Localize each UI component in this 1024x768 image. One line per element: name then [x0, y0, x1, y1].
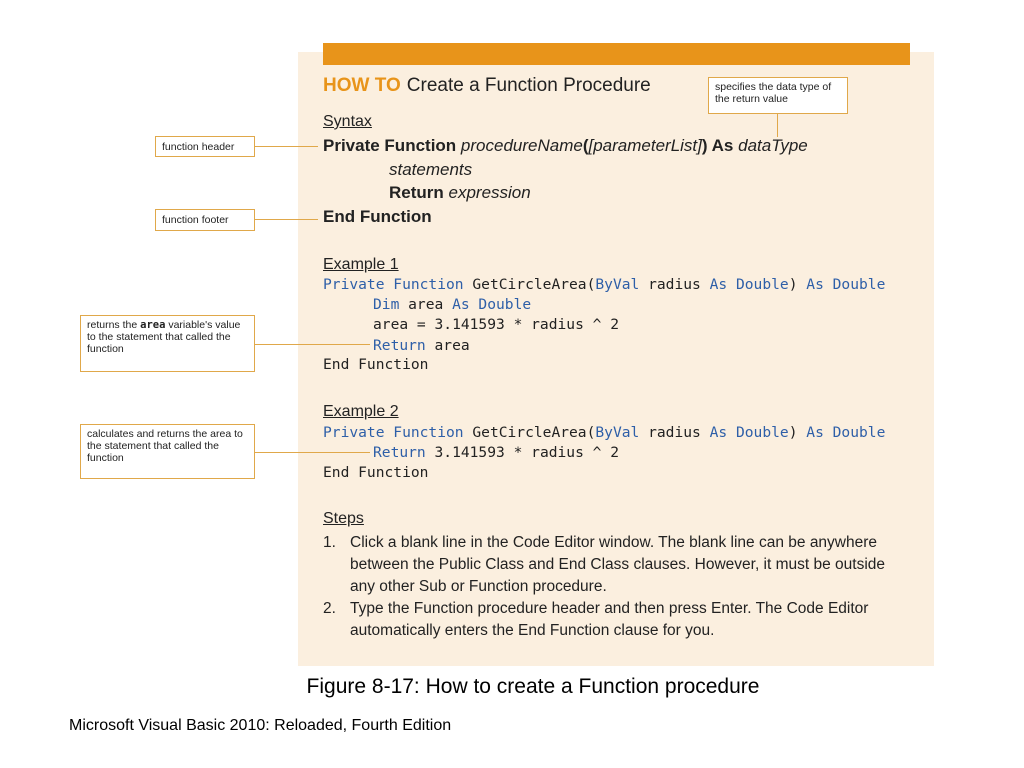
example1-line4: Return area [373, 337, 470, 354]
code-kw: As Double [806, 276, 886, 293]
callout-data-type: specifies the data type of the return va… [708, 77, 848, 114]
code-kw: ByVal [595, 424, 640, 441]
example2-line3: End Function [323, 464, 429, 481]
syntax-data-type: dataType [738, 136, 808, 155]
example2-heading: Example 2 [323, 403, 399, 420]
connector-data-type [777, 114, 778, 137]
syntax-procedure-name: procedureName [460, 136, 583, 155]
syntax-return-kw: Return [389, 183, 449, 202]
steps-heading: Steps [323, 510, 364, 527]
connector-returns-area [255, 344, 370, 345]
book-footer: Microsoft Visual Basic 2010: Reloaded, F… [69, 717, 452, 734]
code-kw: As Double [806, 424, 886, 441]
example1-heading: Example 1 [323, 256, 399, 273]
code-kw: As Double [452, 296, 532, 313]
code-text: GetCircleArea( [472, 424, 596, 441]
code-kw: ByVal [595, 276, 640, 293]
syntax-return-expr: expression [448, 183, 531, 202]
code-text: area [399, 296, 453, 313]
accent-bar [323, 43, 910, 65]
example1-line5: End Function [323, 356, 429, 373]
code-kw: Private Function [323, 276, 473, 293]
callout-function-header: function header [155, 136, 255, 157]
code-text: radius [639, 276, 710, 293]
step-text: Click a blank line in the Code Editor wi… [350, 534, 886, 595]
returns-text-code: area [140, 319, 166, 331]
code-text: radius [639, 424, 710, 441]
syntax-statements: statements [389, 160, 472, 180]
syntax-end-line: End Function [323, 207, 432, 227]
code-text: GetCircleArea( [472, 276, 596, 293]
callout-returns-area: returns the area variable's value to the… [80, 315, 255, 372]
code-text: 3.141593 * radius ^ 2 [425, 444, 620, 461]
code-text: ) [788, 424, 807, 441]
code-kw: As Double [709, 424, 789, 441]
figure-caption: Figure 8-17: How to create a Function pr… [306, 675, 760, 698]
step-text: Type the Function procedure header and t… [350, 600, 869, 639]
step-number: 2. [323, 600, 336, 617]
how-to-label: HOW TO [323, 75, 401, 96]
code-text: area [425, 337, 470, 354]
step-item: 1. Click a blank line in the Code Editor… [323, 532, 913, 598]
code-kw: Private Function [323, 424, 473, 441]
step-item: 2. Type the Function procedure header an… [323, 598, 913, 642]
example2-line1: Private Function GetCircleArea(ByVal rad… [323, 424, 885, 441]
code-kw: As Double [709, 276, 789, 293]
syntax-heading: Syntax [323, 113, 372, 130]
steps-list: 1. Click a blank line in the Code Editor… [323, 532, 913, 642]
syntax-end: End Function [323, 207, 432, 226]
connector-function-footer [255, 219, 318, 220]
code-text: ) [788, 276, 807, 293]
code-kw: Dim [373, 296, 400, 313]
example1-line2: Dim area As Double [373, 296, 531, 313]
connector-function-header [255, 146, 318, 147]
connector-calculates [255, 452, 370, 453]
syntax-return-line: Return expression [389, 183, 531, 203]
syntax-parameter-list: [parameterList] [588, 136, 702, 155]
step-number: 1. [323, 534, 336, 551]
syntax-statements-text: statements [389, 160, 473, 179]
example2-line2: Return 3.141593 * radius ^ 2 [373, 444, 619, 461]
example1-line1: Private Function GetCircleArea(ByVal rad… [323, 276, 885, 293]
example1-line3: area = 3.141593 * radius ^ 2 [373, 316, 620, 333]
returns-text-pre: returns the [87, 319, 141, 331]
callout-calculates: calculates and returns the area to the s… [80, 424, 255, 479]
how-to-heading: Create a Function Procedure [406, 75, 651, 96]
callout-function-footer: function footer [155, 209, 255, 231]
syntax-header-line: Private Function procedureName([paramete… [323, 136, 808, 156]
how-to-title: HOW TO Create a Function Procedure [323, 75, 651, 97]
syntax-as: ) As [701, 136, 739, 155]
code-kw: Return [373, 337, 426, 354]
syntax-private-function: Private Function [323, 136, 461, 155]
code-kw: Return [373, 444, 426, 461]
